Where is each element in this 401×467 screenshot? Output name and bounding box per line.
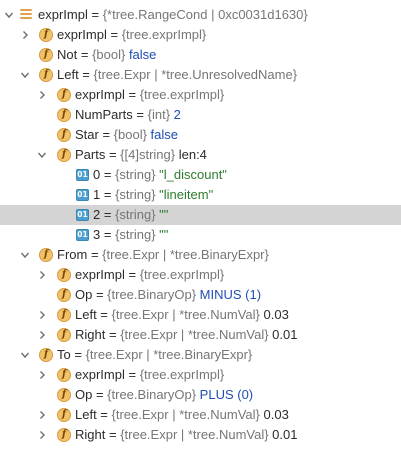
tree-row-parts-0[interactable]: 01 0 = {string} "l_discount" (0, 165, 401, 185)
variable-label: 2 = {string} "" (93, 207, 169, 222)
tree-row-star[interactable]: f Star = {bool} false (0, 125, 401, 145)
field-icon: f (57, 368, 71, 382)
variable-label: 1 = {string} "lineitem" (93, 187, 214, 202)
tree-row-exprimpl[interactable]: f exprImpl = {tree.exprImpl} (0, 365, 401, 385)
array-element-icon: 01 (76, 189, 89, 201)
chevron-right-icon[interactable] (36, 365, 48, 385)
field-icon: f (57, 288, 71, 302)
field-icon: f (57, 268, 71, 282)
array-element-icon: 01 (76, 229, 89, 241)
tree-row-parts[interactable]: f Parts = {[4]string} len:4 (0, 145, 401, 165)
variable-label: exprImpl = {*tree.RangeCond | 0xc0031d16… (38, 7, 308, 22)
field-icon: f (57, 408, 71, 422)
variable-label: Left = {tree.Expr | *tree.NumVal} 0.03 (75, 407, 289, 422)
field-icon: f (39, 48, 53, 62)
variable-label: Right = {tree.Expr | *tree.NumVal} 0.01 (75, 427, 298, 442)
tree-row-right[interactable]: f Right = {tree.Expr | *tree.NumVal} 0.0… (0, 425, 401, 445)
array-element-icon: 01 (76, 169, 89, 181)
variables-tree: exprImpl = {*tree.RangeCond | 0xc0031d16… (0, 0, 401, 445)
chevron-right-icon[interactable] (36, 325, 48, 345)
variable-label: exprImpl = {tree.exprImpl} (75, 367, 225, 382)
field-icon: f (57, 148, 71, 162)
variable-label: NumParts = {int} 2 (75, 107, 181, 122)
tree-row-exprimpl[interactable]: f exprImpl = {tree.exprImpl} (0, 85, 401, 105)
field-icon: f (39, 248, 53, 262)
field-icon: f (57, 128, 71, 142)
chevron-down-icon[interactable] (19, 345, 31, 365)
variable-label: Left = {tree.Expr | *tree.UnresolvedName… (57, 67, 298, 82)
variable-label: 0 = {string} "l_discount" (93, 167, 227, 182)
variable-label: exprImpl = {tree.exprImpl} (75, 87, 225, 102)
chevron-right-icon[interactable] (36, 425, 48, 445)
tree-row-right[interactable]: f Right = {tree.Expr | *tree.NumVal} 0.0… (0, 325, 401, 345)
field-icon: f (39, 68, 53, 82)
chevron-down-icon[interactable] (36, 145, 48, 165)
field-icon: f (57, 428, 71, 442)
field-icon: f (57, 88, 71, 102)
tree-row-exprimpl-root[interactable]: exprImpl = {*tree.RangeCond | 0xc0031d16… (0, 5, 401, 25)
chevron-right-icon[interactable] (36, 265, 48, 285)
variable-label: Left = {tree.Expr | *tree.NumVal} 0.03 (75, 307, 289, 322)
variable-label: Op = {tree.BinaryOp} MINUS (1) (75, 287, 262, 302)
chevron-right-icon[interactable] (36, 85, 48, 105)
variable-label: Op = {tree.BinaryOp} PLUS (0) (75, 387, 254, 402)
tree-row-numparts[interactable]: f NumParts = {int} 2 (0, 105, 401, 125)
tree-row-left[interactable]: f Left = {tree.Expr | *tree.NumVal} 0.03 (0, 305, 401, 325)
tree-row-not[interactable]: f Not = {bool} false (0, 45, 401, 65)
variable-label: Not = {bool} false (57, 47, 157, 62)
variable-label: exprImpl = {tree.exprImpl} (57, 27, 207, 42)
variable-label: From = {tree.Expr | *tree.BinaryExpr} (57, 247, 269, 262)
tree-row-from[interactable]: f From = {tree.Expr | *tree.BinaryExpr} (0, 245, 401, 265)
tree-row-parts-1[interactable]: 01 1 = {string} "lineitem" (0, 185, 401, 205)
field-icon: f (57, 308, 71, 322)
tree-row-exprimpl[interactable]: f exprImpl = {tree.exprImpl} (0, 25, 401, 45)
tree-row-to[interactable]: f To = {tree.Expr | *tree.BinaryExpr} (0, 345, 401, 365)
tree-row-left[interactable]: f Left = {tree.Expr | *tree.UnresolvedNa… (0, 65, 401, 85)
tree-row-parts-3[interactable]: 01 3 = {string} "" (0, 225, 401, 245)
chevron-right-icon[interactable] (36, 305, 48, 325)
variable-label: Parts = {[4]string} len:4 (75, 147, 207, 162)
field-icon: f (57, 108, 71, 122)
chevron-right-icon[interactable] (19, 25, 31, 45)
chevron-down-icon[interactable] (19, 65, 31, 85)
array-element-icon: 01 (76, 209, 89, 221)
tree-row-left[interactable]: f Left = {tree.Expr | *tree.NumVal} 0.03 (0, 405, 401, 425)
chevron-down-icon[interactable] (19, 245, 31, 265)
variable-label: Star = {bool} false (75, 127, 179, 142)
tree-row-op[interactable]: f Op = {tree.BinaryOp} PLUS (0) (0, 385, 401, 405)
field-icon: f (57, 328, 71, 342)
field-icon: f (39, 28, 53, 42)
tree-row-exprimpl[interactable]: f exprImpl = {tree.exprImpl} (0, 265, 401, 285)
tree-row-parts-2-selected[interactable]: 01 2 = {string} "" (0, 205, 401, 225)
chevron-right-icon[interactable] (36, 405, 48, 425)
variable-label: To = {tree.Expr | *tree.BinaryExpr} (57, 347, 253, 362)
variable-label: Right = {tree.Expr | *tree.NumVal} 0.01 (75, 327, 298, 342)
variable-label: 3 = {string} "" (93, 227, 169, 242)
list-icon (20, 9, 32, 21)
tree-row-op[interactable]: f Op = {tree.BinaryOp} MINUS (1) (0, 285, 401, 305)
variable-label: exprImpl = {tree.exprImpl} (75, 267, 225, 282)
field-icon: f (39, 348, 53, 362)
field-icon: f (57, 388, 71, 402)
chevron-down-icon[interactable] (3, 5, 15, 25)
